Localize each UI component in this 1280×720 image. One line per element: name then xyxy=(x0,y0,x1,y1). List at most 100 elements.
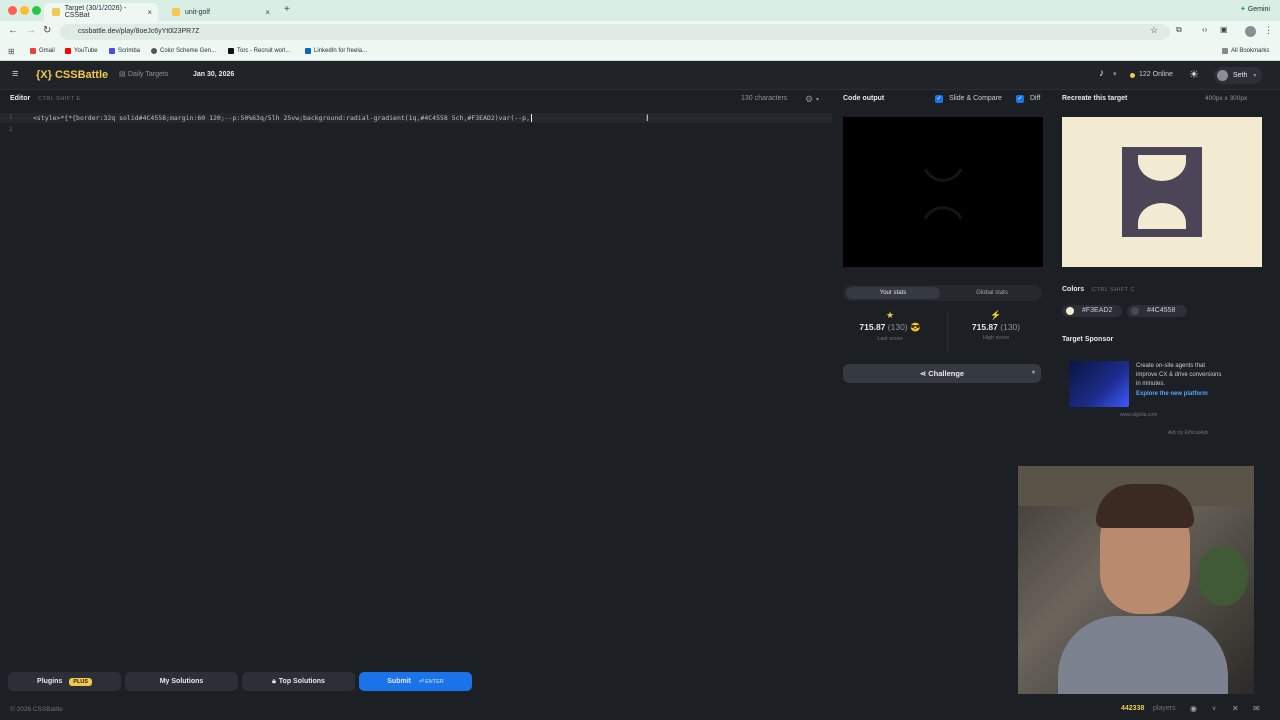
url-input[interactable]: cssbattle.dev/play/8oeJc6yYt0l23PR7Z xyxy=(60,24,1170,40)
new-tab-button[interactable]: + xyxy=(284,4,290,15)
back-arrow-icon[interactable]: ← xyxy=(8,25,18,36)
devtools-icon[interactable]: ‹› xyxy=(1202,25,1207,34)
mouse-ibeam-cursor-icon: I xyxy=(646,113,649,123)
color-hex: #F3EAD2 xyxy=(1082,307,1113,314)
submit-button[interactable]: Submit ⏎ ENTER xyxy=(359,672,472,691)
globe-icon xyxy=(151,48,157,54)
challenge-label: Challenge xyxy=(928,369,965,378)
plugins-button[interactable]: Plugins PLUS xyxy=(8,672,121,691)
youtube-icon xyxy=(65,48,71,54)
forward-arrow-icon[interactable]: → xyxy=(26,25,36,36)
ad-link[interactable]: Explore the new platform xyxy=(1136,390,1222,399)
bookmarks-bar: ⊞ Gmail YouTube Scrimba Color Scheme Gen… xyxy=(0,43,1280,61)
top-solutions-button[interactable]: 🔒︎ Top Solutions xyxy=(242,672,355,691)
chevron-down-icon[interactable]: ▾ xyxy=(1113,70,1117,78)
hamburger-menu-icon[interactable]: ≡ xyxy=(12,68,18,80)
target-date: Jan 30, 2026 xyxy=(193,71,235,78)
profile-avatar[interactable] xyxy=(1245,26,1256,37)
editor-title: Editor xyxy=(10,95,31,102)
target-render xyxy=(1122,147,1202,237)
reload-icon[interactable]: ↻ xyxy=(43,25,51,36)
sponsor-title: Target Sponsor xyxy=(1062,336,1114,343)
bookmark-youtube[interactable]: YouTube xyxy=(65,48,98,54)
bookmark-label: All Bookmarks xyxy=(1231,48,1270,54)
sponsor-ad[interactable]: Create on-site agents that improve CX & … xyxy=(1062,351,1224,427)
color-hex: #4C4558 xyxy=(1147,307,1176,314)
discord-icon[interactable]: ◉ xyxy=(1190,704,1197,713)
chevron-down-icon: ▾ xyxy=(1253,73,1257,79)
daily-targets-link[interactable]: Daily Targets xyxy=(128,71,168,78)
bluesky-icon[interactable]: ♆ xyxy=(1211,704,1217,713)
online-count: 122 Online xyxy=(1139,71,1173,78)
code-output-preview[interactable] xyxy=(843,117,1043,267)
submit-label: Submit xyxy=(387,678,411,685)
plugins-label: Plugins xyxy=(37,678,63,685)
tab-global-stats[interactable]: Global stats xyxy=(945,287,1039,299)
close-tab-icon[interactable]: × xyxy=(147,8,152,17)
settings-gear-icon[interactable]: ⚙ xyxy=(805,94,813,105)
stats-tabs: Your stats Global stats xyxy=(843,285,1042,301)
browser-tab-bar: Target (30/1/2026) - CSSBat × unit-golf … xyxy=(0,0,1280,21)
output-render xyxy=(923,168,963,220)
browser-tab-target[interactable]: Target (30/1/2026) - CSSBat × xyxy=(44,3,158,21)
enter-shortcut: ⏎ ENTER xyxy=(418,679,444,685)
avatar xyxy=(1217,70,1228,81)
window-icon[interactable]: ▣ xyxy=(1220,25,1228,34)
webcam-overlay xyxy=(1018,466,1254,694)
all-bookmarks[interactable]: All Bookmarks xyxy=(1222,48,1269,54)
bookmark-linkedin[interactable]: LinkedIn for freela... xyxy=(305,48,367,54)
tab-label: Target (30/1/2026) - CSSBat xyxy=(64,5,127,19)
calendar-icon: ▤ xyxy=(119,71,126,78)
maximize-window-icon[interactable] xyxy=(32,6,41,15)
ads-by: Ads by EthicalAds xyxy=(1168,430,1209,436)
torc-icon xyxy=(228,48,234,54)
scrimba-icon xyxy=(109,48,115,54)
output-lower-arc xyxy=(923,206,963,220)
minimize-window-icon[interactable] xyxy=(20,6,29,15)
line-number: 1 xyxy=(9,114,13,121)
browser-tab-unit-golf[interactable]: unit-golf × xyxy=(164,3,276,21)
gemini-label: Gemini xyxy=(1247,6,1270,13)
close-tab-icon[interactable]: × xyxy=(265,8,270,17)
color-dot xyxy=(1066,307,1074,315)
colors-title: Colors xyxy=(1062,286,1085,293)
copyright: © 2026 CSSBattle xyxy=(10,706,63,713)
apps-grid-icon[interactable]: ⊞ xyxy=(8,47,15,56)
bookmark-scrimba[interactable]: Scrimba xyxy=(109,48,140,54)
color-dot xyxy=(1131,307,1139,315)
bookmark-label: Gmail xyxy=(39,48,55,54)
tab-your-stats[interactable]: Your stats xyxy=(846,287,940,299)
x-icon[interactable]: ✕ xyxy=(1232,704,1239,713)
cssbattle-logo[interactable]: {X} CSSBattle xyxy=(36,69,108,81)
code-line-1[interactable]: <style>*{*{border:32q solid#4C4558;margi… xyxy=(0,113,832,123)
color-swatch-cream[interactable]: #F3EAD2 xyxy=(1062,305,1122,317)
bookmark-label: Torc - Recruit worl... xyxy=(237,48,291,54)
chevron-down-icon[interactable]: ▾ xyxy=(816,96,819,103)
gemini-button[interactable]: ✦ Gemini xyxy=(1240,5,1270,13)
webcam-hair xyxy=(1096,484,1194,528)
my-solutions-button[interactable]: My Solutions xyxy=(125,672,238,691)
code-editor[interactable]: <style>*{*{border:32q solid#4C4558;margi… xyxy=(0,109,832,661)
gmail-icon xyxy=(30,48,36,54)
editor-shortcut: CTRL SHIFT E xyxy=(38,96,81,102)
bookmark-label: Color Scheme Gen... xyxy=(160,48,217,54)
bookmark-gmail[interactable]: Gmail xyxy=(30,48,55,54)
close-window-icon[interactable] xyxy=(8,6,17,15)
slide-compare-checkbox[interactable]: ✓ xyxy=(935,95,943,103)
bookmark-color-scheme[interactable]: Color Scheme Gen... xyxy=(151,48,216,54)
bookmark-torc[interactable]: Torc - Recruit worl... xyxy=(228,48,290,54)
color-swatch-purple[interactable]: #4C4558 xyxy=(1127,305,1187,317)
mail-icon[interactable]: ✉ xyxy=(1253,704,1260,713)
user-menu-button[interactable]: Seth ▾ xyxy=(1214,67,1262,84)
bookmark-label: YouTube xyxy=(74,48,98,54)
target-title: Recreate this target xyxy=(1062,95,1128,102)
lock-icon: 🔒︎ xyxy=(272,678,276,685)
browser-menu-icon[interactable]: ⋮ xyxy=(1264,25,1273,36)
challenge-button[interactable]: ⋖ Challenge ▾ xyxy=(843,364,1041,383)
diff-checkbox[interactable]: ✓ xyxy=(1016,95,1024,103)
extensions-icon[interactable]: ⧉ xyxy=(1176,25,1182,35)
bookmark-star-icon[interactable]: ☆ xyxy=(1150,25,1158,36)
bell-icon[interactable]: ♪ xyxy=(1099,68,1104,79)
theme-toggle-icon[interactable]: ☀ xyxy=(1189,68,1199,81)
target-image[interactable] xyxy=(1062,117,1262,267)
